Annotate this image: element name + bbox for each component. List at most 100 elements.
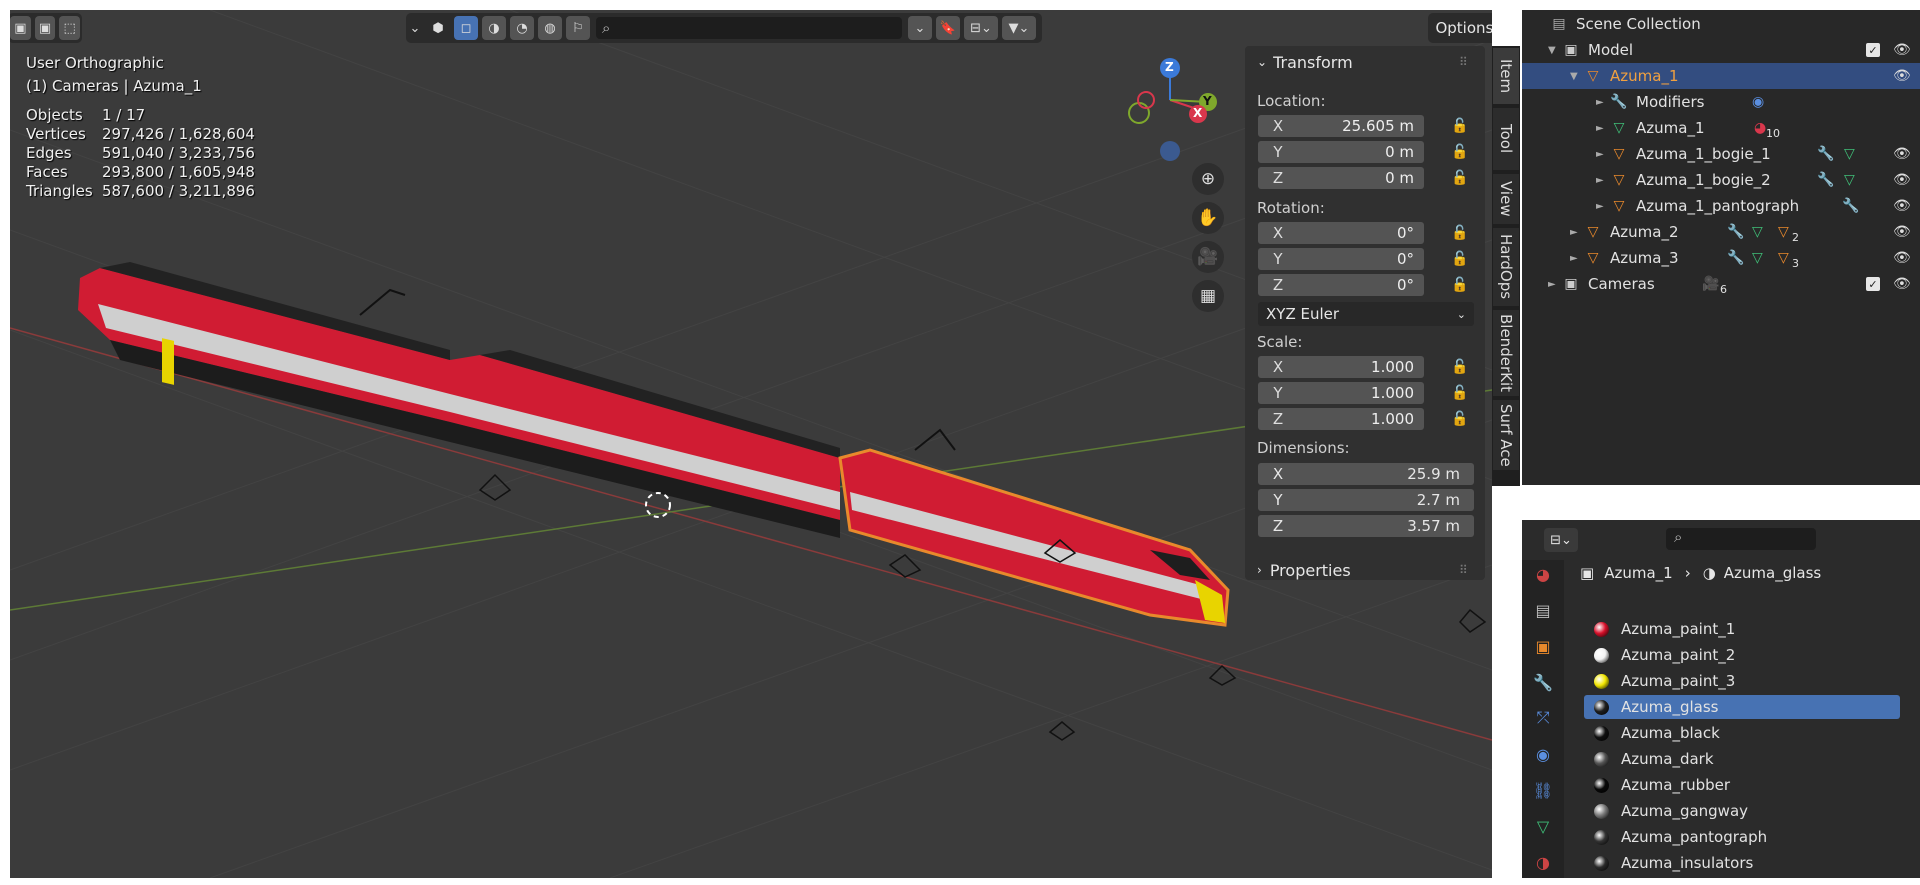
exclude-checkbox[interactable]: ✓ xyxy=(1866,277,1880,291)
row-property-icon[interactable]: 🎥 xyxy=(1702,276,1719,292)
lock-icon[interactable]: 🔓 xyxy=(1451,144,1469,160)
expand-down-icon[interactable]: ▼ xyxy=(1570,71,1584,82)
outliner-row[interactable]: ▼ ▽ Azuma_1 👁 xyxy=(1522,63,1920,89)
eye-icon[interactable]: 👁 xyxy=(1893,276,1911,292)
zoom-icon[interactable]: ⊕ xyxy=(1192,163,1224,195)
expand-right-icon[interactable]: ► xyxy=(1596,201,1610,212)
outliner-row[interactable]: ► ▽ Azuma_1_bogie_1 🔧 ▽ 👁 xyxy=(1522,141,1920,167)
location-field-z[interactable]: Z 0 m xyxy=(1258,167,1424,189)
tab-item[interactable]: Item xyxy=(1493,48,1519,104)
collection-icon[interactable]: ▤ xyxy=(1533,600,1553,620)
exclude-checkbox[interactable]: ✓ xyxy=(1866,43,1880,57)
outliner-row[interactable]: ► ▽ Azuma_1_pantograph 🔧 👁 xyxy=(1522,193,1920,219)
editor-type-icon[interactable]: ⊟⌄ xyxy=(1544,528,1578,552)
particles-icon[interactable]: ⤱ xyxy=(1533,708,1553,728)
expand-right-icon[interactable]: ► xyxy=(1596,149,1610,160)
dimensions-field-x[interactable]: X 25.9 m xyxy=(1258,463,1474,485)
expand-right-icon[interactable]: ► xyxy=(1548,279,1562,290)
shading-solid-icon[interactable]: ◻ xyxy=(454,16,478,40)
dimensions-field-z[interactable]: Z 3.57 m xyxy=(1258,515,1474,537)
scale-field-x[interactable]: X 1.000 xyxy=(1258,356,1424,378)
viewport-search-input[interactable]: ⌕ xyxy=(596,17,902,39)
row-property-icon[interactable]: ◉ xyxy=(1752,94,1764,110)
lock-icon[interactable]: 🔓 xyxy=(1451,225,1469,241)
row-property-icon[interactable]: 🔧 xyxy=(1817,146,1834,162)
select-extend-icon[interactable]: ▣ xyxy=(34,16,56,40)
ortho-grid-icon[interactable]: ▦ xyxy=(1192,280,1224,312)
lock-icon[interactable]: 🔓 xyxy=(1451,277,1469,293)
row-property-icon[interactable]: ▽ xyxy=(1844,146,1855,162)
lock-icon[interactable]: 🔓 xyxy=(1451,359,1469,375)
options-button[interactable]: Options ⌄ xyxy=(1428,13,1492,43)
location-field-y[interactable]: Y 0 m xyxy=(1258,141,1424,163)
outliner-row[interactable]: ► ▽ Azuma_1_bogie_2 🔧 ▽ 👁 xyxy=(1522,167,1920,193)
tab-hardops[interactable]: HardOps xyxy=(1493,228,1519,306)
transform-header[interactable]: ⌄ Transform ⠿ xyxy=(1245,48,1485,76)
material-slot[interactable]: Azuma_gangway xyxy=(1584,799,1900,823)
material-slot[interactable]: Azuma_pantograph xyxy=(1584,825,1900,849)
shading-material-icon[interactable]: ◑ xyxy=(482,16,506,40)
material-slot[interactable]: Azuma_glass xyxy=(1584,695,1900,719)
expand-down-icon[interactable]: ▼ xyxy=(1548,45,1562,56)
layout-icon[interactable]: ⊟⌄ xyxy=(964,16,998,40)
physics-icon[interactable]: ◉ xyxy=(1533,744,1553,764)
row-property-icon[interactable]: ▽ xyxy=(1752,250,1763,266)
tab-view[interactable]: View xyxy=(1493,174,1519,224)
outliner-row[interactable]: ► ▽ Azuma_1 ◕ 10 xyxy=(1522,115,1920,141)
drag-handle-icon[interactable]: ⠿ xyxy=(1459,55,1468,69)
lock-icon[interactable]: 🔓 xyxy=(1451,118,1469,134)
properties-header[interactable]: › Properties ⠿ xyxy=(1245,556,1485,584)
drag-handle-icon[interactable]: ⠿ xyxy=(1459,563,1468,577)
material-icon[interactable]: ◑ xyxy=(1533,852,1553,872)
row-property-icon[interactable]: ▽ xyxy=(1844,172,1855,188)
lock-icon[interactable]: 🔓 xyxy=(1451,170,1469,186)
tab-surf-ace[interactable]: Surf Ace xyxy=(1493,400,1519,470)
expand-right-icon[interactable]: ► xyxy=(1596,175,1610,186)
lock-icon[interactable]: 🔓 xyxy=(1451,385,1469,401)
tab-blenderkit[interactable]: BlenderKit xyxy=(1493,310,1519,396)
mesh-data-icon[interactable]: ▽ xyxy=(1533,816,1553,836)
shading-wireframe-icon[interactable]: ◍ xyxy=(538,16,562,40)
row-property-icon[interactable]: 🔧 xyxy=(1842,198,1859,214)
rotation-field-y[interactable]: Y 0° xyxy=(1258,248,1424,270)
pan-hand-icon[interactable]: ✋ xyxy=(1192,202,1224,234)
material-slot[interactable]: Azuma_paint_3 xyxy=(1584,669,1900,693)
row-property-icon[interactable]: ▽ xyxy=(1778,224,1789,240)
row-property-icon[interactable]: 🔧 xyxy=(1727,224,1744,240)
eye-icon[interactable]: 👁 xyxy=(1893,198,1911,214)
material-slot[interactable]: Azuma_rubber xyxy=(1584,773,1900,797)
material-slot[interactable]: Azuma_paint_1 xyxy=(1584,617,1900,641)
eye-icon[interactable]: 👁 xyxy=(1893,250,1911,266)
material-slot[interactable]: Azuma_insulators xyxy=(1584,851,1900,875)
row-property-icon[interactable]: ◕ xyxy=(1754,120,1766,136)
outliner-row[interactable]: ► 🔧 Modifiers ◉ xyxy=(1522,89,1920,115)
chevron-down-icon[interactable]: ⌄ xyxy=(408,16,422,40)
eye-icon[interactable]: 👁 xyxy=(1893,224,1911,240)
expand-right-icon[interactable]: ► xyxy=(1570,253,1584,264)
row-property-icon[interactable]: 🔧 xyxy=(1727,250,1744,266)
bookmark-icon[interactable]: 🔖 xyxy=(936,16,960,40)
row-property-icon[interactable]: ▽ xyxy=(1778,250,1789,266)
expand-right-icon[interactable]: ► xyxy=(1596,123,1610,134)
row-property-icon[interactable]: ▽ xyxy=(1752,224,1763,240)
properties-search-input[interactable]: ⌕ xyxy=(1666,528,1816,550)
select-subtract-icon[interactable]: ⬚ xyxy=(59,16,81,40)
filter-dropdown-icon[interactable]: ⌄ xyxy=(908,16,932,40)
outliner-row[interactable]: ► ▽ Azuma_3 🔧 ▽ ▽ 3 👁 xyxy=(1522,245,1920,271)
scale-field-z[interactable]: Z 1.000 xyxy=(1258,408,1424,430)
eye-icon[interactable]: 👁 xyxy=(1893,146,1911,162)
eye-icon[interactable]: 👁 xyxy=(1893,68,1911,84)
eye-icon[interactable]: 👁 xyxy=(1893,42,1911,58)
rotation-field-z[interactable]: Z 0° xyxy=(1258,274,1424,296)
material-slot[interactable]: Azuma_dark xyxy=(1584,747,1900,771)
rotation-mode-select[interactable]: XYZ Euler ⌄ xyxy=(1258,302,1474,326)
outliner-row[interactable]: ► ▣ Cameras 🎥 6 ✓ 👁 xyxy=(1522,271,1920,297)
outliner-row[interactable]: ▼ ▣ Model ✓ 👁 xyxy=(1522,37,1920,63)
scale-field-y[interactable]: Y 1.000 xyxy=(1258,382,1424,404)
overlay-icon[interactable]: ⚐ xyxy=(566,16,590,40)
world-icon[interactable]: ◕ xyxy=(1533,564,1553,584)
camera-view-icon[interactable]: 🎥 xyxy=(1192,241,1224,273)
dimensions-field-y[interactable]: Y 2.7 m xyxy=(1258,489,1474,511)
scene-collection-row[interactable]: ▤ Scene Collection xyxy=(1522,11,1920,37)
lock-icon[interactable]: 🔓 xyxy=(1451,251,1469,267)
